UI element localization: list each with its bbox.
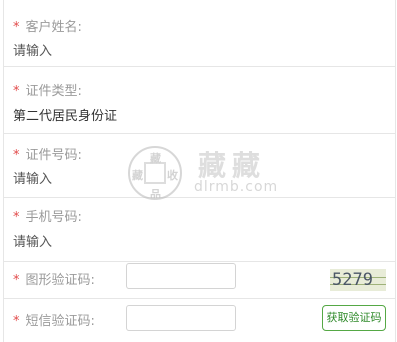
sms-code-row: * 短信验证码: 获取验证码	[4, 299, 395, 341]
seal-char-right: 收	[167, 169, 178, 182]
sms-code-input[interactable]	[126, 305, 236, 331]
watermark-seal-icon: 藏 品 藏 收	[128, 146, 182, 201]
image-captcha-row: * 图形验证码: 5279	[4, 262, 395, 299]
required-mark: *	[13, 273, 20, 288]
watermark: 藏 品 藏 收 藏藏 dlrmb.com	[128, 146, 388, 206]
captcha-text: 5279	[332, 270, 373, 290]
seal-char-bottom: 品	[150, 188, 161, 201]
id-type-select[interactable]: 第二代居民身份证	[13, 105, 117, 124]
phone-label: * 手机号码:	[13, 210, 82, 225]
phone-row[interactable]: * 手机号码: 请输入	[4, 198, 395, 262]
seal-char-top: 藏	[150, 152, 161, 165]
get-sms-code-button[interactable]: 获取验证码	[322, 305, 386, 331]
id-number-input[interactable]: 请输入	[13, 168, 52, 187]
id-number-label: * 证件号码:	[13, 148, 82, 163]
sms-code-label: * 短信验证码:	[13, 314, 95, 329]
watermark-url: dlrmb.com	[194, 179, 279, 195]
watermark-title: 藏藏	[198, 149, 267, 182]
image-captcha-label: * 图形验证码:	[13, 273, 95, 288]
id-type-label: * 证件类型:	[13, 84, 82, 99]
customer-name-input[interactable]: 请输入	[13, 40, 52, 59]
required-mark: *	[13, 84, 20, 99]
customer-name-row[interactable]: * 客户姓名: 请输入	[4, 0, 395, 67]
captcha-image[interactable]: 5279	[330, 269, 386, 291]
image-captcha-input[interactable]	[126, 263, 236, 289]
customer-name-label: * 客户姓名:	[13, 20, 82, 35]
id-type-row[interactable]: * 证件类型: 第二代居民身份证	[4, 67, 395, 134]
phone-input[interactable]: 请输入	[13, 231, 52, 250]
required-mark: *	[13, 314, 20, 329]
required-mark: *	[13, 20, 20, 35]
required-mark: *	[13, 210, 20, 225]
seal-char-left: 藏	[132, 169, 143, 182]
required-mark: *	[13, 148, 20, 163]
